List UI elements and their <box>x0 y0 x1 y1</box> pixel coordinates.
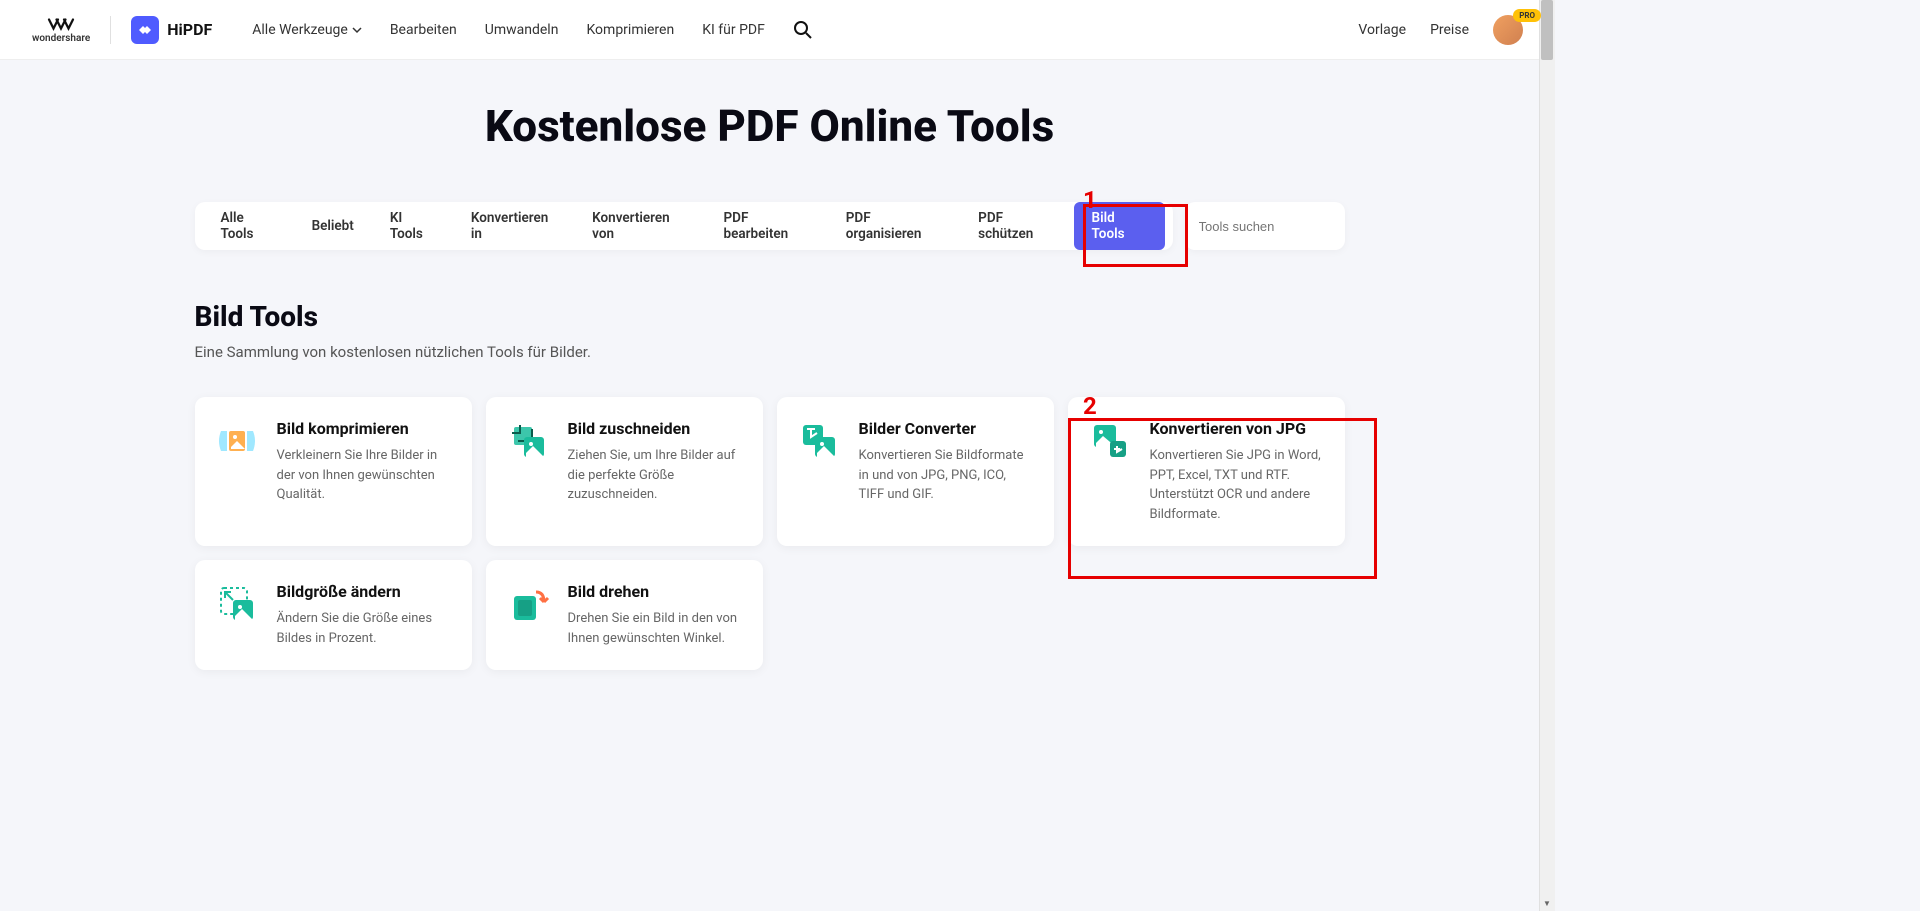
tabs-row: Alle Tools Beliebt KI Tools Konvertieren… <box>195 202 1345 250</box>
nav-menu: Alle Werkzeuge Bearbeiten Umwandeln Komp… <box>252 20 813 40</box>
wondershare-text: wondershare <box>32 33 90 44</box>
tools-search-box[interactable] <box>1185 202 1345 250</box>
tool-content: Bild zuschneiden Ziehen Sie, um Ihre Bil… <box>568 419 743 524</box>
nav-edit[interactable]: Bearbeiten <box>390 22 457 38</box>
nav-template[interactable]: Vorlage <box>1358 22 1406 38</box>
avatar-container[interactable]: PRO <box>1493 15 1523 45</box>
nav-edit-label: Bearbeiten <box>390 22 457 38</box>
wondershare-icon <box>46 15 76 33</box>
nav-ai-pdf-label: KI für PDF <box>702 22 765 38</box>
scrollbar-arrow-down-icon[interactable]: ▼ <box>1539 895 1555 911</box>
tab-convert-to[interactable]: Konvertieren in <box>453 202 574 250</box>
scrollbar-track[interactable]: ▲ ▼ <box>1539 0 1555 911</box>
tool-card-rotate-image[interactable]: Bild drehen Drehen Sie ein Bild in den v… <box>486 560 763 670</box>
wondershare-logo[interactable]: wondershare <box>32 15 90 44</box>
tool-title: Bild drehen <box>568 582 743 601</box>
tab-popular[interactable]: Beliebt <box>294 202 372 250</box>
tool-title: Bild zuschneiden <box>568 419 743 438</box>
tool-description: Verkleinern Sie Ihre Bilder in der von I… <box>277 446 452 505</box>
tool-title: Bildgröße ändern <box>277 582 452 601</box>
header-divider <box>110 16 111 44</box>
tool-description: Ziehen Sie, um Ihre Bilder auf die perfe… <box>568 446 743 505</box>
tool-title: Bild komprimieren <box>277 419 452 438</box>
tab-protect-pdf[interactable]: PDF schützen <box>960 202 1073 250</box>
rotate-image-icon <box>506 582 550 626</box>
hipdf-logo-icon <box>131 16 159 44</box>
nav-convert-label: Umwandeln <box>485 22 559 38</box>
pro-badge: PRO <box>1513 9 1541 22</box>
tool-title: Bilder Converter <box>859 419 1034 438</box>
tab-ai-tools[interactable]: KI Tools <box>372 202 453 250</box>
nav-ai-pdf[interactable]: KI für PDF <box>702 22 765 38</box>
tools-search-input[interactable] <box>1199 219 1375 234</box>
section-title: Bild Tools <box>195 300 1345 333</box>
category-tabs: Alle Tools Beliebt KI Tools Konvertieren… <box>195 202 1173 250</box>
header-search-icon[interactable] <box>793 20 813 40</box>
tool-card-image-converter[interactable]: Bilder Converter Konvertieren Sie Bildfo… <box>777 397 1054 546</box>
tool-content: Bild drehen Drehen Sie ein Bild in den v… <box>568 582 743 648</box>
tool-description: Konvertieren Sie Bildformate in und von … <box>859 446 1034 505</box>
tools-grid: Bild komprimieren Verkleinern Sie Ihre B… <box>195 397 1345 670</box>
nav-compress-label: Komprimieren <box>586 22 674 38</box>
tab-organize-pdf[interactable]: PDF organisieren <box>828 202 960 250</box>
nav-compress[interactable]: Komprimieren <box>586 22 674 38</box>
annotation-label-1: 1 <box>1083 186 1097 214</box>
scrollbar-thumb[interactable] <box>1541 0 1553 60</box>
tool-description: Drehen Sie ein Bild in den von Ihnen gew… <box>568 609 743 648</box>
crop-image-icon <box>506 419 550 463</box>
compress-image-icon <box>215 419 259 463</box>
tool-description: Konvertieren Sie JPG in Word, PPT, Excel… <box>1150 446 1325 524</box>
chevron-down-icon <box>352 25 362 35</box>
tool-title: Konvertieren von JPG <box>1150 419 1325 438</box>
nav-all-tools[interactable]: Alle Werkzeuge <box>252 22 362 38</box>
header: wondershare HiPDF Alle Werkzeuge Bearbei… <box>0 0 1555 60</box>
tool-content: Bildgröße ändern Ändern Sie die Größe ei… <box>277 582 452 648</box>
main-content: Kostenlose PDF Online Tools Alle Tools B… <box>0 60 1539 710</box>
annotation-label-2: 2 <box>1083 392 1097 420</box>
page-title: Kostenlose PDF Online Tools <box>0 100 1539 152</box>
nav-all-tools-label: Alle Werkzeuge <box>252 22 348 38</box>
nav-template-label: Vorlage <box>1358 22 1406 38</box>
nav-pricing[interactable]: Preise <box>1430 22 1469 38</box>
tool-card-convert-from-jpg[interactable]: Konvertieren von JPG Konvertieren Sie JP… <box>1068 397 1345 546</box>
image-converter-icon <box>797 419 841 463</box>
tool-card-compress-image[interactable]: Bild komprimieren Verkleinern Sie Ihre B… <box>195 397 472 546</box>
hipdf-text: HiPDF <box>167 20 212 39</box>
tab-convert-from[interactable]: Konvertieren von <box>574 202 705 250</box>
tool-content: Bilder Converter Konvertieren Sie Bildfo… <box>859 419 1034 524</box>
nav-convert[interactable]: Umwandeln <box>485 22 559 38</box>
nav-pricing-label: Preise <box>1430 22 1469 38</box>
tool-description: Ändern Sie die Größe eines Bildes in Pro… <box>277 609 452 648</box>
tool-content: Konvertieren von JPG Konvertieren Sie JP… <box>1150 419 1325 524</box>
header-right: Vorlage Preise PRO <box>1358 15 1523 45</box>
convert-from-jpg-icon <box>1088 419 1132 463</box>
section-description: Eine Sammlung von kostenlosen nützlichen… <box>195 343 1345 361</box>
container: Alle Tools Beliebt KI Tools Konvertieren… <box>195 202 1345 670</box>
tab-edit-pdf[interactable]: PDF bearbeiten <box>706 202 828 250</box>
header-left: wondershare HiPDF Alle Werkzeuge Bearbei… <box>32 15 813 44</box>
tool-card-crop-image[interactable]: Bild zuschneiden Ziehen Sie, um Ihre Bil… <box>486 397 763 546</box>
hipdf-brand[interactable]: HiPDF <box>131 16 212 44</box>
resize-image-icon <box>215 582 259 626</box>
tab-all-tools[interactable]: Alle Tools <box>203 202 294 250</box>
tool-card-resize-image[interactable]: Bildgröße ändern Ändern Sie die Größe ei… <box>195 560 472 670</box>
tool-content: Bild komprimieren Verkleinern Sie Ihre B… <box>277 419 452 524</box>
